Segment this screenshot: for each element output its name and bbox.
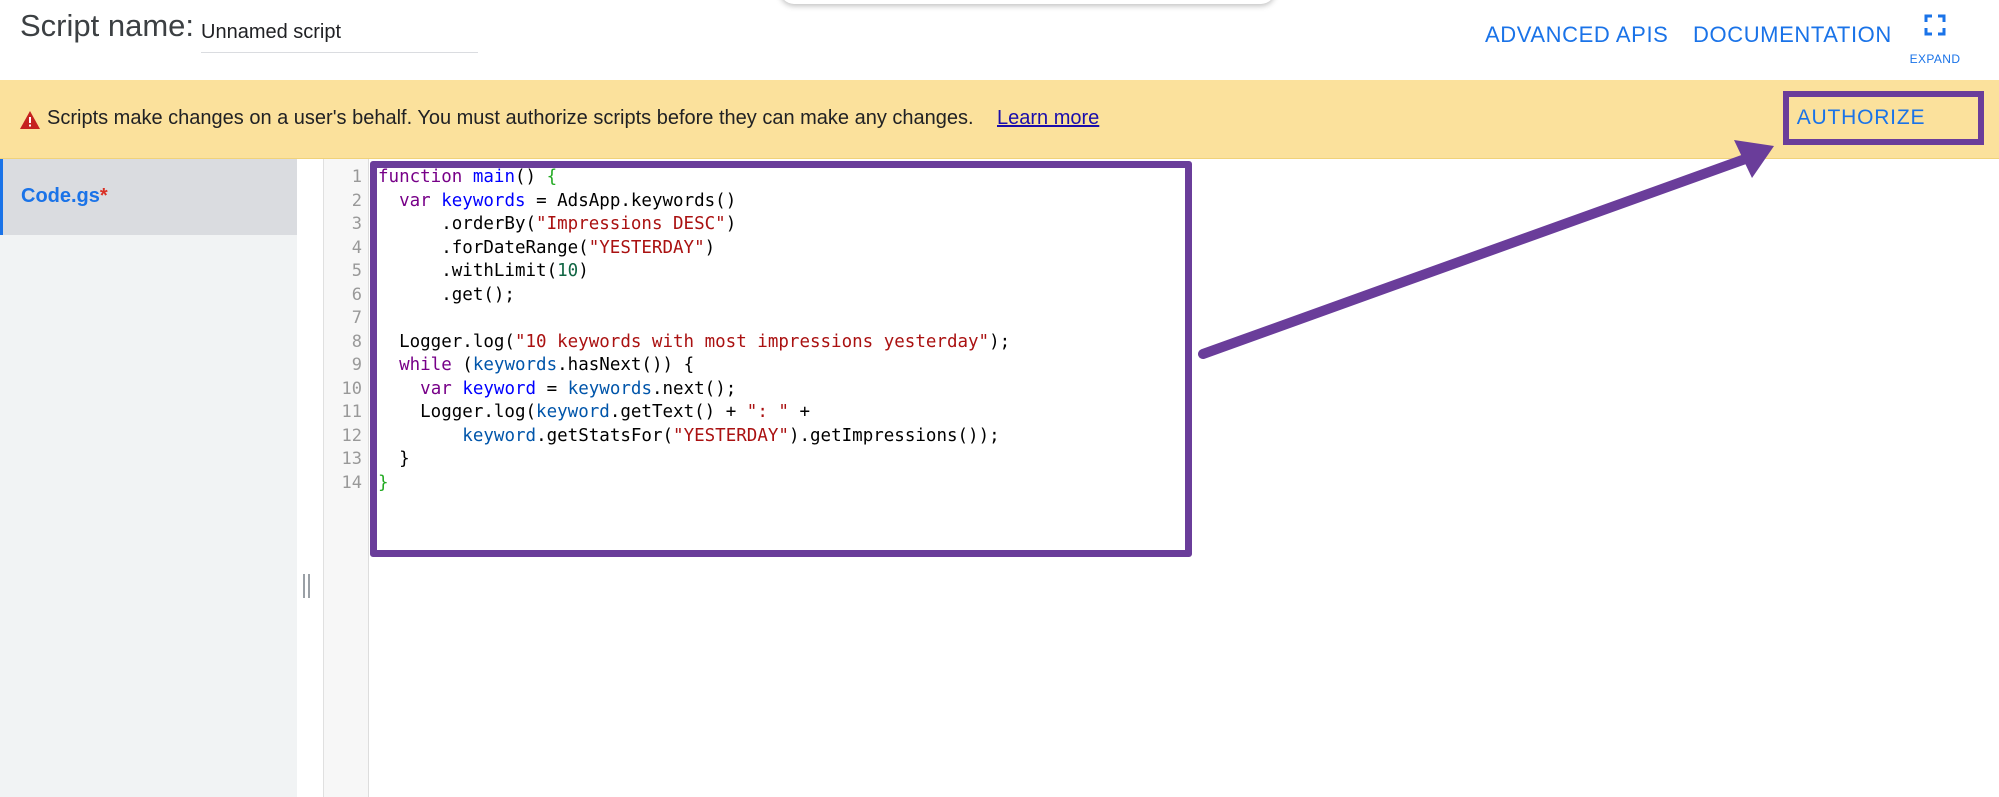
sidebar-resize-handle[interactable] xyxy=(303,574,312,598)
warning-icon xyxy=(20,111,40,129)
expand-label: EXPAND xyxy=(1909,52,1961,66)
code-highlight-frame xyxy=(370,161,1192,557)
header-bar: Script name: ADVANCED APIS DOCUMENTATION… xyxy=(0,0,1999,80)
script-name-label: Script name: xyxy=(20,8,195,43)
expand-icon xyxy=(1924,14,1946,36)
file-modified-marker: * xyxy=(99,185,108,207)
authorize-highlight-frame xyxy=(1783,91,1984,145)
warning-message: Scripts make changes on a user's behalf.… xyxy=(47,107,974,129)
file-name: Code.gs* xyxy=(21,185,108,208)
line-number: 11 xyxy=(341,402,362,422)
line-number: 5 xyxy=(351,261,362,281)
resize-grip-line xyxy=(303,574,305,598)
line-number: 8 xyxy=(351,331,362,352)
advanced-apis-button[interactable]: ADVANCED APIS xyxy=(1485,22,1668,48)
line-number: 7 xyxy=(351,308,362,328)
overlay-dialog-edge xyxy=(780,0,1275,4)
line-number: 12 xyxy=(341,425,362,446)
line-number: 4 xyxy=(351,237,362,258)
line-number: 10 xyxy=(341,378,362,399)
file-name-text: Code.gs xyxy=(21,185,100,207)
line-number: 2 xyxy=(351,190,362,211)
script-name-input[interactable] xyxy=(201,12,478,53)
line-number: 9 xyxy=(351,355,362,375)
script-editor-page: Script name: ADVANCED APIS DOCUMENTATION… xyxy=(0,0,1999,797)
line-number-gutter: 1 2 3 4 5 6 7 8 9 10 11 12 13 14 xyxy=(323,159,369,797)
resize-grip-line xyxy=(308,574,310,598)
file-item-code-gs[interactable]: Code.gs* xyxy=(0,159,297,235)
file-sidebar: Code.gs* xyxy=(0,159,297,797)
authorization-warning-banner: Scripts make changes on a user's behalf.… xyxy=(0,80,1999,159)
line-number: 13 xyxy=(341,449,362,469)
documentation-button[interactable]: DOCUMENTATION xyxy=(1693,22,1892,48)
line-number: 6 xyxy=(351,284,362,305)
line-number: 14 xyxy=(341,472,362,493)
expand-button[interactable]: EXPAND xyxy=(1900,12,1970,68)
learn-more-link[interactable]: Learn more xyxy=(997,107,1099,130)
line-number: 3 xyxy=(351,214,362,234)
line-number: 1 xyxy=(351,167,362,187)
